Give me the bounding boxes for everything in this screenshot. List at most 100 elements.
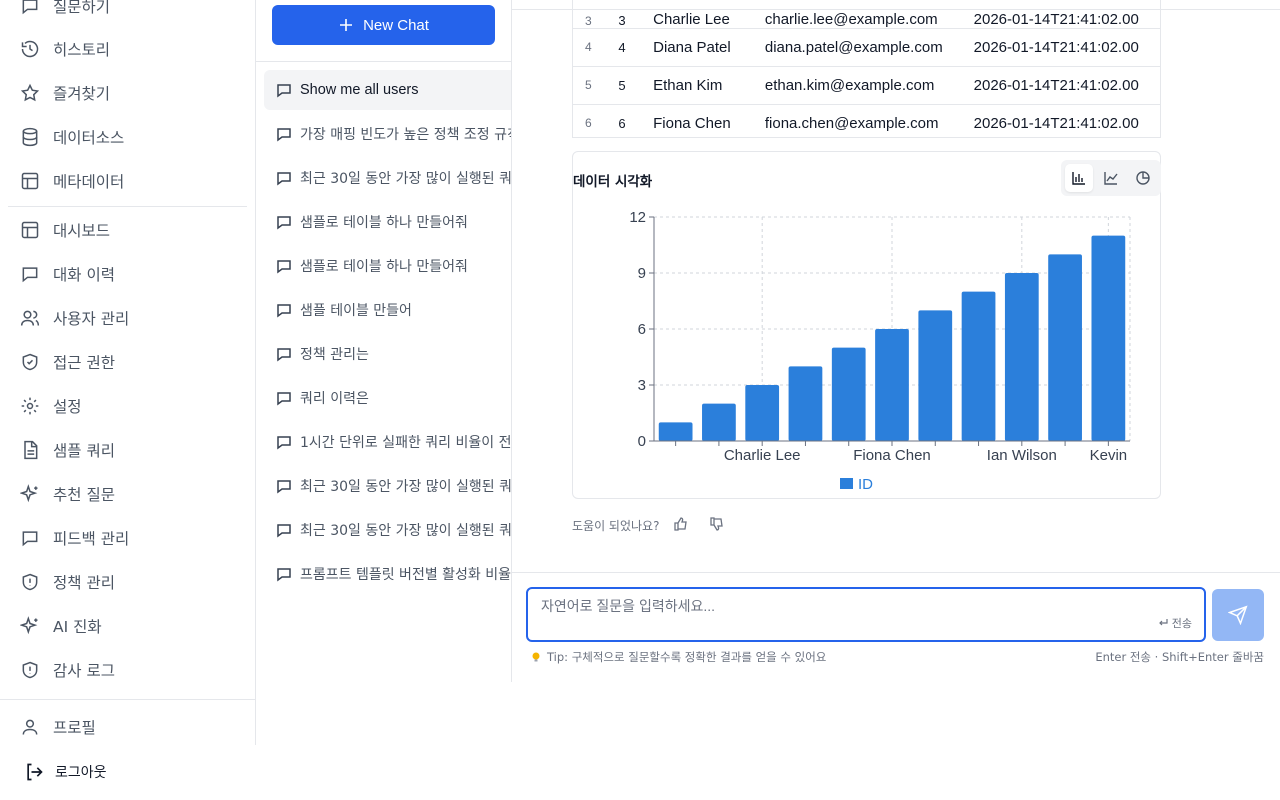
pie-chart-button[interactable] <box>1129 164 1157 192</box>
chat-bubble-icon <box>277 392 291 406</box>
line-chart-button[interactable] <box>1097 164 1125 192</box>
thumbs-up-icon <box>674 517 688 531</box>
chat-history-item[interactable]: Show me all users <box>264 70 511 110</box>
feedback-prompt: 도움이 되었나요? <box>572 518 660 533</box>
chat-history-item[interactable]: 가장 매핑 빈도가 높은 정책 조정 규칙 <box>264 114 511 154</box>
nav-item-label: 대시보드 <box>53 222 111 240</box>
nav-item-suggested[interactable]: 추천 질문 <box>8 476 248 512</box>
chat-history-label: 샘플로 테이블 하나 만들어줘 <box>300 259 468 275</box>
table-row: 5 5 Ethan Kim ethan.kim@example.com 2026-01-… <box>573 66 1160 105</box>
chat-list-panel: New Chat Show me all users 가장 매핑 빈도가 높은 정… <box>256 0 512 682</box>
row-number: 6 <box>573 104 606 137</box>
star-icon <box>20 83 40 102</box>
nav-item-policy[interactable]: 정책 관리 <box>8 564 248 600</box>
nav-item-profile[interactable]: 프로필 <box>8 709 248 745</box>
plus-icon <box>340 19 353 31</box>
nav-item-label: 접근 권한 <box>53 354 115 372</box>
chat-history-item[interactable]: 프롬프트 템플릿 버전별 활성화 비율 <box>264 554 511 594</box>
created-at-cell: 2026-01-14T21:41:02.00 <box>965 28 1160 67</box>
chat-history-item[interactable]: 쿼리 이력은 <box>264 378 511 418</box>
chat-bubble-icon <box>277 568 291 582</box>
send-button[interactable] <box>1212 589 1264 641</box>
bar-chart-button[interactable] <box>1065 164 1093 192</box>
thumbs-down-icon <box>710 517 724 531</box>
nav-item-label: 프로필 <box>53 719 96 737</box>
thumbs-up-button[interactable] <box>673 516 691 534</box>
nav-item-label: 감사 로그 <box>53 662 115 680</box>
chat-history-item[interactable]: 최근 30일 동안 가장 많이 실행된 쿼리 <box>264 158 511 198</box>
name-cell: Ethan Kim <box>641 66 754 105</box>
nav-item-sample-query[interactable]: 샘플 쿼리 <box>8 432 248 468</box>
chat-bubble-icon <box>277 348 291 362</box>
visualization-title: 데이터 시각화 <box>573 174 653 190</box>
table-row: 6 6 Fiona Chen fiona.chen@example.com 2026-0… <box>573 104 1160 137</box>
nav-item-label: 질문하기 <box>53 0 111 16</box>
nav-item-label: 정책 관리 <box>53 574 115 592</box>
tip-text: Tip: 구체적으로 질문할수록 정확한 결과를 얻을 수 있어요 <box>530 649 826 665</box>
shield-alert-icon <box>22 573 38 591</box>
chat-icon <box>22 0 38 15</box>
chat-bubble-icon <box>277 260 291 274</box>
bar <box>875 329 909 441</box>
main-panel: 3 3 Charlie Lee charlie.lee@example.com 2026… <box>512 0 1280 682</box>
nav-item-datasource[interactable]: 데이터소스 <box>8 119 248 155</box>
nav-item-label: 즐겨찾기 <box>53 85 111 103</box>
nav-item-history[interactable]: 히스토리 <box>8 31 248 67</box>
question-input[interactable] <box>541 598 1141 614</box>
nav-item-favorites[interactable]: 즐겨찾기 <box>8 75 248 111</box>
nav-item-feedback[interactable]: 피드백 관리 <box>8 520 248 556</box>
nav-item-conversations[interactable]: 대화 이력 <box>8 256 248 292</box>
chat-history-label: 최근 30일 동안 가장 많이 실행된 쿼리 <box>300 479 512 495</box>
created-at-cell: 2026-01-14T21:41:02.00 <box>965 66 1160 105</box>
thumbs-down-button[interactable] <box>709 516 727 534</box>
chat-history-item[interactable]: 최근 30일 동안 가장 많이 실행된 쿼리 <box>264 510 512 550</box>
chat-history-label: 최근 30일 동안 가장 많이 실행된 쿼리 <box>300 523 512 539</box>
chat-history-label: 샘플 테이블 만들어 <box>300 303 412 319</box>
bar <box>658 422 693 441</box>
nav-item-settings[interactable]: 설정 <box>8 388 248 424</box>
nav-item-label: AI 진화 <box>53 618 102 636</box>
database-icon <box>22 127 38 147</box>
history-icon <box>21 40 39 58</box>
chat-history-item[interactable]: 1시간 단위로 실패한 쿼리 비율이 전체 <box>264 422 512 462</box>
chat-bubble-icon <box>277 524 291 538</box>
x-tick-label: Charlie Lee <box>724 447 801 464</box>
y-tick-label: 6 <box>638 321 646 338</box>
chat-history-item[interactable]: 정책 관리는 <box>264 334 511 374</box>
nav-item-label: 피드백 관리 <box>53 530 130 548</box>
logout-button[interactable]: 로그아웃 <box>16 754 107 790</box>
chat-history-label: 1시간 단위로 실패한 쿼리 비율이 전체 <box>300 435 512 451</box>
id-cell: 4 <box>605 28 642 67</box>
bar-chart-icon <box>1072 172 1085 185</box>
chat-bubble-icon <box>277 304 291 318</box>
nav-item-users[interactable]: 사용자 관리 <box>8 300 248 336</box>
chat-icon <box>22 267 38 283</box>
x-tick-label: Ian Wilson <box>987 447 1057 464</box>
y-tick-label: 12 <box>629 212 646 226</box>
chat-history-item[interactable]: 최근 30일 동안 가장 많이 실행된 쿼리 <box>264 466 512 506</box>
chat-history-item[interactable]: 샘플로 테이블 하나 만들어줘 <box>264 202 511 242</box>
chat-icon <box>22 531 38 547</box>
logout-label: 로그아웃 <box>55 765 107 781</box>
visualization-card: 데이터 시각화 0 3 6 9 12 Charlie Lee Fiona Chen Ian W… <box>572 151 1161 499</box>
row-number: 3 <box>573 0 606 29</box>
bar <box>831 347 866 441</box>
y-tick-label: 9 <box>638 265 646 282</box>
name-cell: Fiona Chen <box>641 104 754 137</box>
nav-item-metadata[interactable]: 메타데이터 <box>8 163 248 199</box>
id-cell: 5 <box>605 66 642 105</box>
user-icon <box>22 719 38 735</box>
nav-divider <box>8 206 247 207</box>
nav-item-ask[interactable]: 질문하기 <box>8 0 248 24</box>
new-chat-button[interactable]: New Chat <box>272 5 495 45</box>
gear-icon <box>21 397 39 415</box>
chat-history-item[interactable]: 샘플 테이블 만들어 <box>264 290 511 330</box>
nav-item-ai-evolution[interactable]: AI 진화 <box>8 608 248 644</box>
chat-history-item[interactable]: 샘플로 테이블 하나 만들어줘 <box>264 246 511 286</box>
nav-item-access[interactable]: 접근 권한 <box>8 344 248 380</box>
nav-item-audit-log[interactable]: 감사 로그 <box>8 652 248 688</box>
nav-item-dashboard[interactable]: 대시보드 <box>8 212 248 248</box>
sidebar-nav: 질문하기 히스토리 즐겨찾기 데이터소스 메타데이터 대시보드 대화 이력 사용… <box>0 0 256 745</box>
shield-check-icon <box>22 353 38 371</box>
nav-item-label: 추천 질문 <box>53 486 115 504</box>
